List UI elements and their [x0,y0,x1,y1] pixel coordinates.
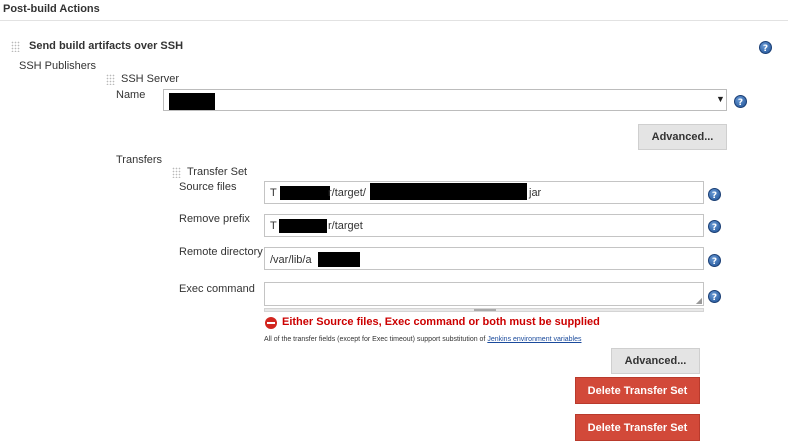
validation-error: Either Source files, Exec command or bot… [282,316,600,328]
ssh-publishers-label: SSH Publishers [19,60,97,72]
redacted-value [279,219,327,233]
help-icon[interactable]: ? [759,41,772,54]
remove-prefix-input[interactable]: T r/target [264,214,704,237]
error-icon [265,317,277,329]
delete-transfer-set-button[interactable]: Delete Transfer Set [575,414,700,441]
plugin-title: Send build artifacts over SSH [29,40,184,52]
redacted-value [370,183,527,200]
remove-prefix-end: r/target [328,220,363,232]
name-label: Name [116,89,146,101]
note-text: All of the transfer fields (except for E… [264,336,488,343]
ssh-server-title: SSH Server [121,73,180,85]
drag-handle-icon[interactable] [106,74,115,85]
section-divider [0,20,788,21]
textarea-resize-handle[interactable] [264,308,704,312]
resize-handle-grip [474,309,496,311]
drag-handle-icon[interactable] [172,167,181,178]
exec-command-label: Exec command [179,283,255,295]
source-files-middle: r/target/ [328,187,366,199]
help-icon[interactable]: ? [708,254,721,267]
source-files-label: Source files [179,181,237,193]
remote-directory-value: /var/lib/a [270,254,312,266]
help-icon[interactable]: ? [708,220,721,233]
drag-handle-icon[interactable] [11,41,20,52]
ssh-server-select[interactable]: ▼ [163,89,727,111]
dropdown-arrow-icon: ▼ [716,94,725,104]
source-files-suffix: jar [529,187,542,199]
resize-grip-icon[interactable]: ◢ [696,296,702,305]
help-icon[interactable]: ? [708,290,721,303]
server-advanced-button[interactable]: Advanced... [638,124,727,150]
transfers-label: Transfers [116,154,163,166]
delete-transfer-set-button[interactable]: Delete Transfer Set [575,377,700,404]
remote-directory-label: Remote directory [179,246,263,258]
source-files-input[interactable]: T r/target/ jar [264,181,704,204]
transfer-advanced-button[interactable]: Advanced... [611,348,700,374]
exec-command-textarea[interactable]: ◢ [264,282,704,306]
redacted-value [169,93,215,110]
transfer-set-title: Transfer Set [187,166,248,178]
help-icon[interactable]: ? [734,95,747,108]
redacted-value [318,252,360,267]
substitution-note: All of the transfer fields (except for E… [264,336,582,343]
redacted-value [280,186,330,200]
remote-directory-input[interactable]: /var/lib/a [264,247,704,270]
jenkins-env-vars-link[interactable]: Jenkins environment variables [487,336,581,343]
remove-prefix-label: Remove prefix [179,213,250,225]
section-title: Post-build Actions [3,3,100,15]
source-files-prefix: T [270,187,277,199]
help-icon[interactable]: ? [708,188,721,201]
remove-prefix-start: T [270,220,277,232]
